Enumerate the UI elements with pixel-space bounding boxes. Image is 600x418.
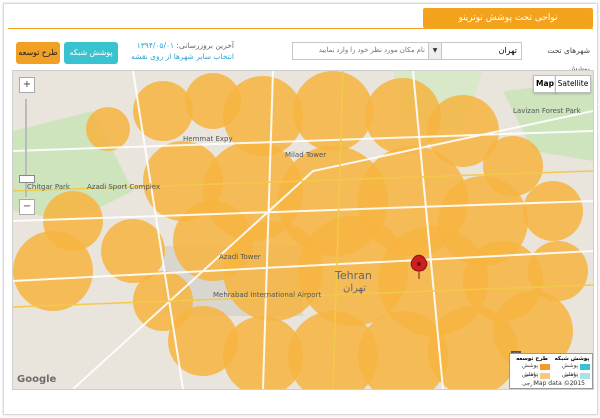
development-plan-button[interactable]: طرح توسعه	[16, 42, 60, 64]
map-label-milad: Milad Tower	[285, 151, 327, 159]
map-type-map-button[interactable]: Map	[533, 75, 557, 93]
update-label: آخرین بروزرسانی:	[176, 41, 234, 50]
map-label-hemmat: Hemmat Expy	[183, 135, 233, 143]
legend-swatch	[580, 373, 590, 379]
coverage-widget: نواحی تحت پوشش نوترینو طرح توسعه پوشش شب…	[3, 3, 598, 415]
other-cities-link[interactable]: انتخاب سایر شهرها از روی نقشه	[124, 51, 234, 62]
map-label-tehran: Tehran	[335, 269, 372, 282]
legend-swatch	[580, 364, 590, 370]
place-search-input[interactable]	[292, 42, 430, 60]
map-label-azadi-sport: Azadi Sport Complex	[87, 183, 161, 191]
map-label-chitgar: Chitgar Park	[27, 183, 70, 191]
legend-network-header: پوشش شبکه	[554, 356, 590, 362]
controls-bar: طرح توسعه پوشش شبکه آخرین بروزرسانی: ۱۳۹…	[12, 40, 590, 73]
title-divider	[8, 28, 593, 29]
zoom-in-button[interactable]: +	[19, 77, 35, 93]
map-canvas	[13, 71, 593, 389]
map-label-azadi: Azadi Tower	[219, 253, 261, 261]
legend-development-outer: پوشش خارجی	[512, 371, 552, 387]
legend-swatch	[540, 364, 550, 370]
update-date: ۱۳۹۴/۰۵/۰۱	[136, 41, 175, 50]
map-attribution[interactable]: Map data ©2015	[531, 380, 587, 387]
zoom-out-button[interactable]: −	[19, 199, 35, 215]
map-type-satellite-button[interactable]: Satellite	[555, 75, 591, 93]
map-label-tehran-fa: تهران	[343, 283, 367, 294]
legend-network-outer: پوشش خارجی	[552, 371, 592, 387]
update-info: آخرین بروزرسانی: ۱۳۹۴/۰۵/۰۱ انتخاب سایر …	[124, 40, 234, 62]
city-select-value: تهران	[498, 46, 517, 55]
legend-development-inner: پوشش داخلی	[512, 362, 552, 378]
legend-network-inner: پوشش داخلی	[552, 362, 592, 378]
city-select[interactable]: ▼ تهران	[428, 42, 522, 60]
coverage-map[interactable]: Tehran تهران Hemmat Expy Milad Tower Aza…	[12, 70, 594, 390]
legend-swatch	[540, 373, 550, 379]
google-logo: Google	[17, 374, 57, 385]
legend-development-header: طرح توسعه	[516, 356, 548, 362]
city-select-label: شهرهای تحت پوشش	[547, 46, 590, 73]
zoom-slider-handle[interactable]	[19, 175, 35, 183]
map-label-mehrabad: Mehrabad International Airport	[213, 291, 322, 299]
chevron-down-icon: ▼	[429, 43, 442, 59]
network-coverage-button[interactable]: پوشش شبکه	[64, 42, 118, 64]
widget-title: نواحی تحت پوشش نوترینو	[423, 8, 593, 28]
map-label-lavizan: Lavizan Forest Park	[513, 107, 581, 115]
